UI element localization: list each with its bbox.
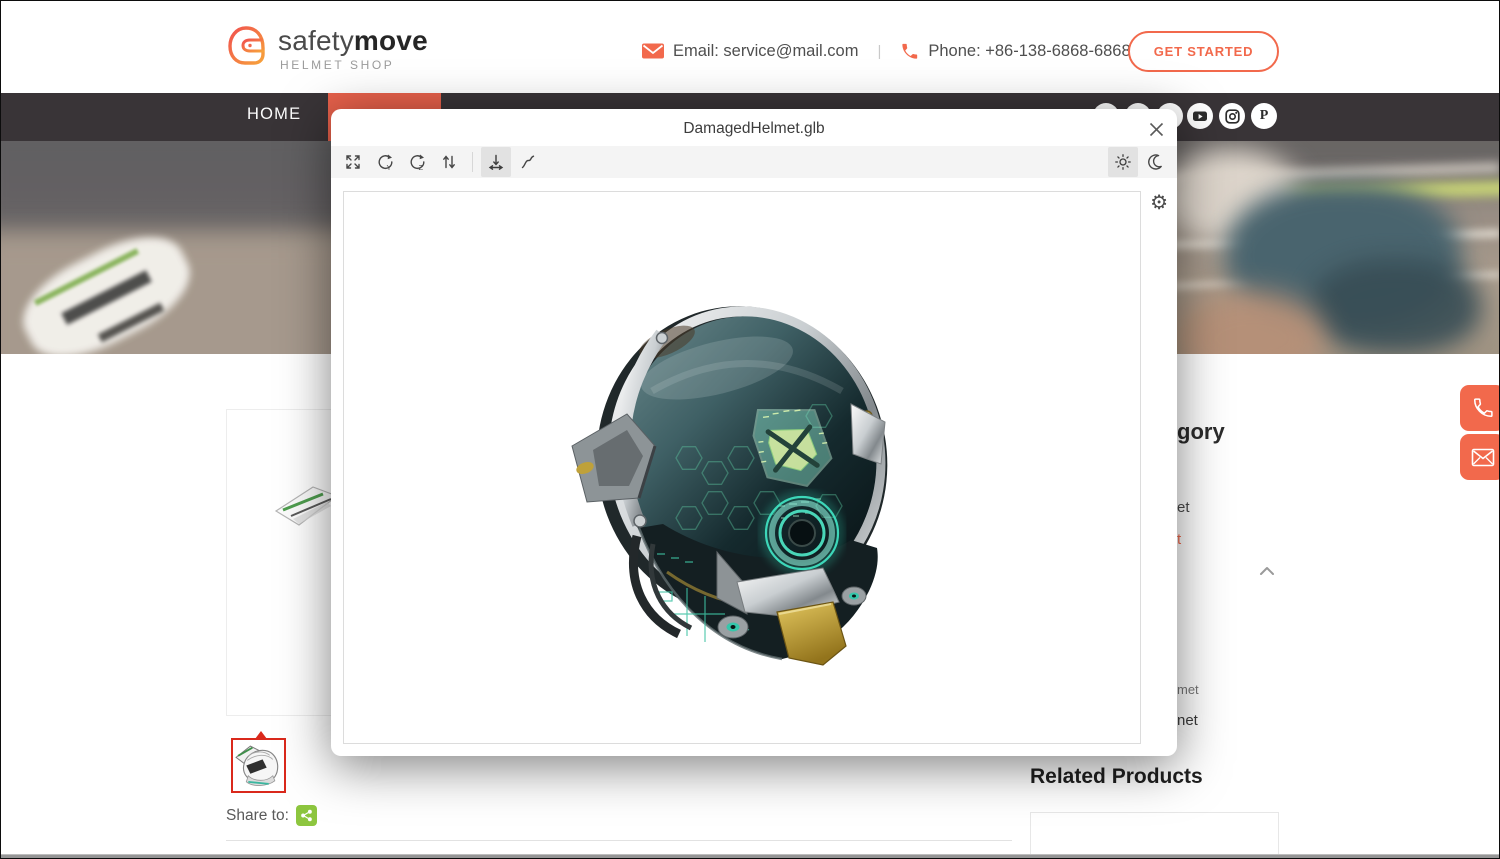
site-header: safetymove HELMET SHOP Email: service@ma… xyxy=(1,1,1499,93)
brand-tagline: HELMET SHOP xyxy=(280,58,394,72)
header-phone: Phone: +86-138-6868-6868 xyxy=(928,42,1130,61)
modal-title: DamagedHelmet.glb xyxy=(331,120,1177,138)
brand-helmet-icon xyxy=(223,21,271,71)
brand-second: move xyxy=(354,25,428,56)
toolbar-divider xyxy=(472,152,473,172)
light-mode-icon[interactable] xyxy=(1108,147,1138,177)
settings-gear-icon[interactable]: ⚙ xyxy=(1150,193,1168,213)
nav-item-home[interactable]: HOME xyxy=(247,105,301,124)
section-divider xyxy=(226,840,1012,841)
related-products-heading: Related Products xyxy=(1030,765,1203,789)
pan-icon[interactable] xyxy=(481,147,511,177)
theme-switcher xyxy=(1107,147,1171,177)
fullscreen-icon[interactable] xyxy=(338,147,368,177)
thumbnail-helmet-image xyxy=(233,740,282,789)
close-icon[interactable] xyxy=(1144,117,1168,141)
chevron-up-icon[interactable] xyxy=(1259,566,1275,576)
draw-line-icon[interactable] xyxy=(513,147,543,177)
share-row: Share to: xyxy=(226,805,317,826)
damaged-helmet-model xyxy=(567,296,907,686)
rotate-y-icon[interactable]: Y xyxy=(370,147,400,177)
youtube-icon[interactable] xyxy=(1187,103,1213,129)
thumbnail-caret xyxy=(255,731,267,739)
share-button[interactable] xyxy=(296,805,317,826)
mail-outline-icon xyxy=(1471,448,1495,467)
brand-first: safety xyxy=(278,25,354,56)
category-item-active-fragment[interactable]: t xyxy=(1177,531,1181,548)
floating-mail-button[interactable] xyxy=(1460,434,1500,480)
share-label: Share to: xyxy=(226,807,289,825)
svg-text:Y: Y xyxy=(386,163,391,172)
header-contact: Email: service@mail.com | Phone: +86-138… xyxy=(642,37,1131,65)
phone-icon xyxy=(900,42,919,61)
header-email: Email: service@mail.com xyxy=(673,42,858,61)
category-item-fragment[interactable]: net xyxy=(1177,712,1198,729)
instagram-icon[interactable] xyxy=(1219,103,1245,129)
bottom-strip xyxy=(1,854,1499,859)
floating-phone-button[interactable] xyxy=(1460,385,1500,431)
contact-separator: | xyxy=(877,43,881,60)
svg-text:Z: Z xyxy=(418,163,423,172)
vertical-move-icon[interactable] xyxy=(434,147,464,177)
dark-mode-icon[interactable] xyxy=(1140,147,1170,177)
phone-outline-icon xyxy=(1472,397,1494,419)
share-icon xyxy=(299,808,314,823)
brand-wordmark: safetymove xyxy=(278,25,428,57)
category-item-fragment[interactable]: met xyxy=(1177,682,1199,697)
pinterest-icon[interactable]: P xyxy=(1251,103,1277,129)
browser-page: safetymove HELMET SHOP Email: service@ma… xyxy=(0,0,1500,859)
rotate-z-icon[interactable]: Z xyxy=(402,147,432,177)
related-product-card[interactable] xyxy=(1030,812,1279,859)
model-viewer-modal: DamagedHelmet.glb Y xyxy=(331,109,1177,756)
category-item-fragment[interactable]: et xyxy=(1177,499,1190,516)
email-icon xyxy=(642,42,664,60)
category-heading-fragment: gory xyxy=(1177,419,1225,445)
product-thumbnail-selected[interactable] xyxy=(231,738,286,793)
model-canvas[interactable] xyxy=(343,191,1141,744)
viewer-toolbar: Y Z xyxy=(331,146,1177,178)
get-started-button[interactable]: GET STARTED xyxy=(1128,31,1279,72)
